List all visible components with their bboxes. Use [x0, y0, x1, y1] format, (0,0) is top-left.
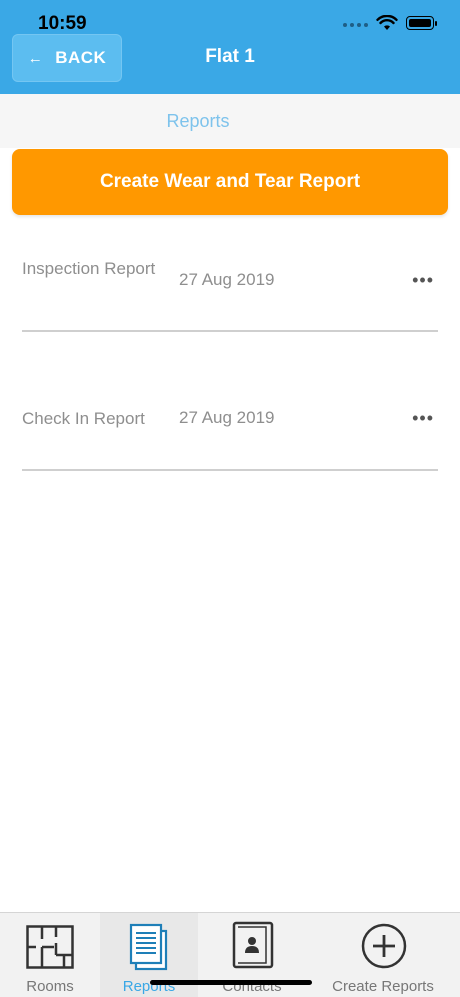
report-row[interactable]: Check In Report 27 Aug 2019 •••: [22, 384, 438, 471]
tab-label: Create Reports: [332, 978, 434, 995]
section-label: Reports: [166, 111, 230, 131]
report-name: Inspection Report: [22, 259, 156, 278]
tab-rooms[interactable]: Rooms: [0, 913, 100, 997]
plus-circle-icon: [361, 923, 407, 969]
more-options-icon[interactable]: •••: [412, 270, 434, 291]
create-wear-and-tear-report-button[interactable]: Create Wear and Tear Report: [12, 149, 448, 215]
report-name: Check In Report: [22, 409, 145, 428]
report-date: 27 Aug 2019: [179, 270, 275, 289]
tab-label: Rooms: [26, 978, 74, 995]
page-title: Flat 1: [205, 46, 255, 67]
app-header: 10:59 ← BACK Flat 1: [0, 0, 460, 94]
floorplan-icon: [26, 925, 74, 969]
cellular-signal-icon: [343, 19, 368, 27]
battery-icon: [406, 16, 437, 30]
report-row[interactable]: Inspection Report 27 Aug 2019 •••: [22, 244, 438, 332]
contact-book-icon: [232, 921, 274, 969]
report-date: 27 Aug 2019: [179, 408, 275, 427]
status-icons: [343, 15, 437, 31]
tab-create-reports[interactable]: Create Reports: [306, 913, 460, 997]
documents-icon: [129, 923, 168, 971]
wifi-icon: [376, 15, 398, 30]
more-options-icon[interactable]: •••: [412, 408, 434, 429]
status-time: 10:59: [38, 13, 87, 34]
section-header: Reports: [0, 94, 460, 148]
home-indicator: [150, 980, 312, 985]
